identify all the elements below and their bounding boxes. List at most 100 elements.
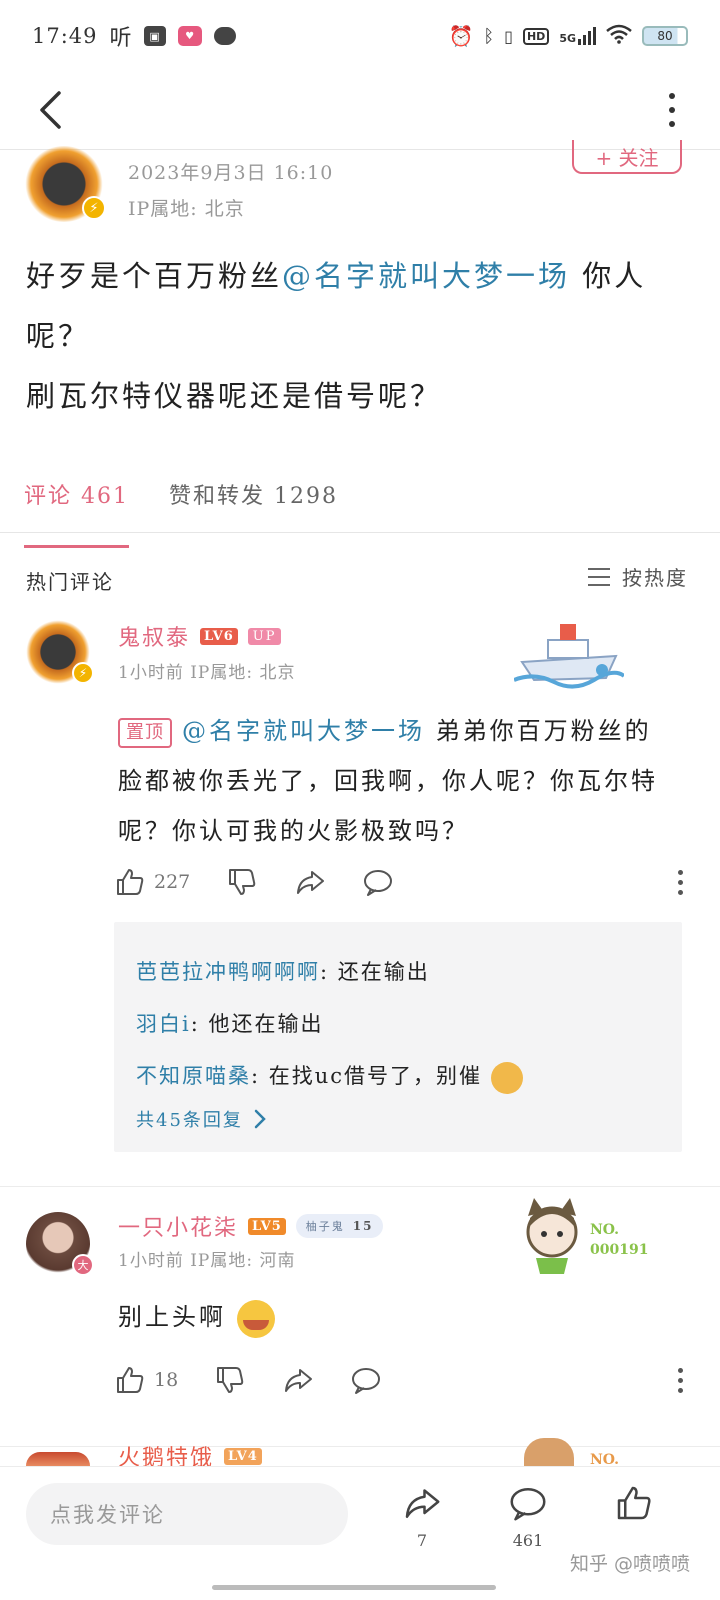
comment-bubble-icon [352, 1368, 381, 1394]
post-header: ⚡ 2023年9月3日 16:10 IP属地: 北京 + 关注 [24, 140, 696, 230]
more-options-button[interactable] [660, 86, 684, 134]
wifi-icon [606, 24, 632, 49]
divider [0, 1186, 720, 1187]
fan-medal-level: 15 [352, 1219, 374, 1233]
tab-comments[interactable]: 评论 461 [24, 470, 129, 548]
more-replies-label: 共45条回复 [136, 1110, 243, 1131]
share-button[interactable] [294, 866, 326, 898]
comment-bubble-icon [510, 1488, 546, 1521]
comment-meta: 1小时前 IP属地: 北京 [118, 663, 296, 683]
reply-author[interactable]: 不知原喵桑 [136, 1064, 251, 1088]
commenter-name[interactable]: 一只小花柒 [118, 1210, 238, 1242]
like-count: 18 [154, 1369, 179, 1391]
home-indicator[interactable] [212, 1585, 496, 1590]
commenter-avatar[interactable]: ⚡ [26, 620, 94, 684]
post-mention-link[interactable]: @名字就叫大梦一场 [282, 259, 570, 293]
share-count: 7 [416, 1531, 428, 1550]
more-dot-icon [669, 121, 675, 127]
comment-actions: 18 [114, 1360, 686, 1400]
dislike-button[interactable] [214, 1364, 246, 1396]
comment-bubble-icon [364, 870, 393, 896]
sort-by-popularity-button[interactable]: 按热度 [588, 562, 688, 591]
comment-text: 别上头啊 [118, 1292, 678, 1342]
comments-button[interactable]: 461 [498, 1483, 558, 1550]
reply-item: 不知原喵桑: 在找uc借号了，别催 [136, 1050, 660, 1102]
status-time: 17:49 [32, 24, 98, 48]
level-badge: LV6 [200, 627, 238, 645]
hd-icon: HD [522, 27, 550, 45]
sort-label: 按热度 [622, 566, 688, 590]
hot-comments-title: 热门评论 [26, 570, 114, 594]
status-bar: 17:49 听 ▣ ♥ ⏰ ᛒ ▯ HD 5G 80 [0, 0, 720, 72]
comment-mention-link[interactable]: @名字就叫大梦一场 [182, 717, 425, 745]
level-badge: LV5 [248, 1217, 286, 1235]
commenter-name-row: 一只小花柒 LV5 柚子鬼 15 [118, 1210, 384, 1242]
post-ip-location: IP属地: 北京 [128, 198, 245, 220]
app-notification-icon: ♥ [177, 26, 202, 46]
tab-likes-reposts[interactable]: 赞和转发 1298 [169, 470, 338, 532]
reply-text: 在找uc借号了，别催 [268, 1064, 483, 1088]
watermark: 知乎 @喷喷喷 [569, 1553, 690, 1575]
commenter-avatar[interactable] [26, 1452, 90, 1466]
bluetooth-icon: ᛒ [483, 25, 495, 47]
more-dot-icon [669, 107, 675, 113]
commenter-name[interactable]: 鬼叔泰 [118, 620, 190, 652]
thumbs-up-icon [617, 1486, 651, 1520]
top-nav-bar [0, 72, 720, 150]
comment-more-button[interactable] [678, 869, 686, 895]
cat-girl-decoration-icon [520, 1196, 584, 1276]
fan-medal-badge: 柚子鬼 15 [295, 1214, 384, 1238]
like-post-button[interactable] [604, 1483, 664, 1523]
pinned-tag: 置顶 [118, 717, 172, 748]
bear-decoration-icon [524, 1438, 574, 1466]
divider [0, 532, 720, 533]
share-button[interactable] [282, 1364, 314, 1396]
reply-author[interactable]: 羽白i [136, 1012, 191, 1036]
comment-more-button[interactable] [678, 1367, 686, 1393]
reply-preview-box[interactable]: 芭芭拉冲鸭啊啊啊: 还在输出 羽白i: 他还在输出 不知原喵桑: 在找uc借号了… [114, 922, 682, 1152]
post-date: 2023年9月3日 16:10 [128, 162, 334, 184]
level-star-badge-icon: 大 [72, 1254, 94, 1276]
chat-bubble-icon [213, 27, 236, 45]
reply-author[interactable]: 芭芭拉冲鸭啊啊啊 [136, 960, 320, 984]
thumbs-up-icon [117, 1367, 144, 1393]
comment-meta: 1小时前 IP属地: 河南 [118, 1251, 296, 1271]
status-app-label: 听 [109, 26, 132, 51]
more-dot-icon [669, 93, 675, 99]
chevron-right-icon [254, 1109, 266, 1129]
share-post-button[interactable]: 7 [392, 1483, 452, 1550]
network-type: 5G [559, 32, 576, 45]
reply-item: 羽白i: 他还在输出 [136, 1012, 324, 1036]
verified-badge-icon: ⚡ [82, 196, 106, 220]
dislike-button[interactable] [226, 866, 258, 898]
view-all-replies-link[interactable]: 共45条回复 [136, 1106, 660, 1132]
thumbs-down-icon [217, 1367, 244, 1393]
reply-button[interactable] [362, 866, 394, 898]
comment-item: 大 一只小花柒 LV5 柚子鬼 15 1小时前 IP属地: 河南 NO. 0001… [0, 1196, 720, 1416]
verified-badge-icon: ⚡ [72, 662, 94, 684]
comment-body: 别上头啊 [118, 1303, 226, 1331]
comment-text: 置顶 @名字就叫大梦一场 弟弟你百万粉丝的脸都被你丢光了，回我啊，你人呢？你瓦尔特… [118, 706, 678, 856]
back-button[interactable] [30, 86, 70, 134]
comment-count: 461 [512, 1531, 544, 1550]
divider [0, 1446, 720, 1447]
comment-item: ⚡ 鬼叔泰 LV6 UP 1小时前 IP属地: 北京 置顶 @名字就叫大梦一场 弟… [0, 610, 720, 1170]
follow-button[interactable]: + 关注 [572, 140, 682, 174]
post-tabs: 评论 461 赞和转发 1298 [24, 470, 696, 548]
fan-medal-label: 柚子鬼 [305, 1220, 345, 1233]
reply-item: 芭芭拉冲鸭啊啊啊: 还在输出 [136, 960, 430, 984]
post-content: 好歹是个百万粉丝@名字就叫大梦一场 你人呢？ 刷瓦尔特仪器呢还是借号呢？ [26, 246, 686, 426]
share-arrow-icon [297, 871, 325, 894]
like-count: 227 [154, 871, 191, 893]
author-avatar[interactable]: ⚡ [24, 146, 106, 222]
decoration-number: NO. 000191 [590, 1222, 649, 1258]
commenter-avatar[interactable]: 大 [26, 1212, 94, 1276]
like-button[interactable]: 227 [114, 866, 190, 898]
comment-item: 火鹅特饿 LV4 NO. [0, 1438, 720, 1471]
like-button[interactable]: 18 [114, 1364, 178, 1396]
share-arrow-icon [285, 1369, 313, 1392]
reply-button[interactable] [350, 1364, 382, 1396]
level-badge: LV4 [224, 1447, 262, 1465]
comment-input[interactable]: 点我发评论 [26, 1483, 348, 1545]
signal-icon: 5G [559, 27, 596, 45]
